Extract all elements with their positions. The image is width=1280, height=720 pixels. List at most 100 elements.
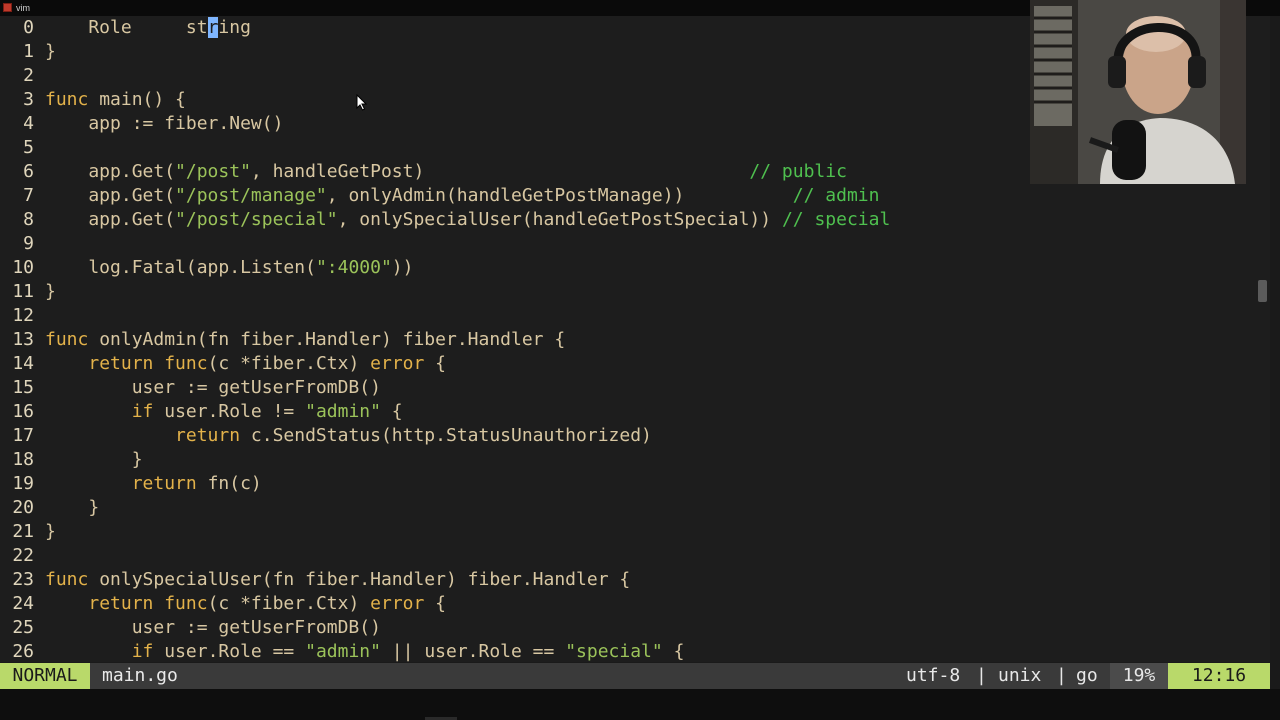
file-name: main.go <box>102 665 178 686</box>
file-encoding: utf-8 <box>906 665 961 686</box>
code-line[interactable]: 24 return func(c *fiber.Ctx) error { <box>0 592 1270 616</box>
line-number: 16 <box>12 401 34 422</box>
code-line[interactable]: 25 user := getUserFromDB() <box>0 616 1270 640</box>
webcam-overlay <box>1030 0 1246 184</box>
code-token: return <box>131 473 197 494</box>
code-token: "admin" <box>305 641 381 662</box>
line-code: if user.Role != "admin" { <box>45 400 403 424</box>
code-token: "/post/manage" <box>175 185 327 206</box>
line-code: } <box>45 280 56 304</box>
line-code: app.Get("/post/manage", onlyAdmin(handle… <box>45 184 879 208</box>
code-line[interactable]: 11} <box>0 280 1270 304</box>
line-code: user := getUserFromDB() <box>45 616 381 640</box>
code-token: app.Get( <box>45 209 176 230</box>
line-code: return func(c *fiber.Ctx) error { <box>45 592 446 616</box>
code-token: ":4000" <box>315 257 392 278</box>
code-token: if <box>131 641 154 662</box>
code-token: "/post" <box>175 161 251 182</box>
line-number: 4 <box>23 113 34 134</box>
code-token: user.Role != <box>153 401 306 422</box>
mouse-pointer-icon <box>356 94 368 111</box>
line-number: 5 <box>23 137 34 158</box>
line-number: 11 <box>12 281 34 302</box>
line-code: log.Fatal(app.Listen(":4000")) <box>45 256 413 280</box>
code-token: { <box>380 401 403 422</box>
line-code: func onlyAdmin(fn fiber.Handler) fiber.H… <box>45 328 565 352</box>
code-token: func <box>45 89 89 110</box>
scrollbar-thumb[interactable] <box>1258 280 1267 302</box>
code-token: // special <box>781 209 891 230</box>
file-format: unix <box>998 665 1042 686</box>
line-code: return c.SendStatus(http.StatusUnauthori… <box>45 424 652 448</box>
code-line[interactable]: 10 log.Fatal(app.Listen(":4000")) <box>0 256 1270 280</box>
line-code: return func(c *fiber.Ctx) error { <box>45 352 446 376</box>
code-line[interactable]: 17 return c.SendStatus(http.StatusUnauth… <box>0 424 1270 448</box>
code-line[interactable]: 9 <box>0 232 1270 256</box>
line-number: 23 <box>12 569 34 590</box>
line-number: 10 <box>12 257 34 278</box>
code-line[interactable]: 23 func onlySpecialUser(fn fiber.Handler)… <box>0 568 1270 592</box>
line-code: if user.Role == "admin" || user.Role == … <box>45 640 685 662</box>
code-line[interactable]: 22 <box>0 544 1270 568</box>
webcam-image <box>1030 0 1246 184</box>
code-token: , onlyAdmin(handleGetPostManage)) <box>326 185 793 206</box>
text-cursor: r <box>207 17 219 38</box>
code-token: // admin <box>792 185 880 206</box>
command-line[interactable] <box>0 689 1280 720</box>
line-code: } <box>45 40 56 64</box>
code-token: , onlySpecialUser(handleGetPostSpecial)) <box>337 209 782 230</box>
code-line[interactable]: 8 app.Get("/post/special", onlySpecialUs… <box>0 208 1270 232</box>
line-number: 17 <box>12 425 34 446</box>
code-token: user.Role == <box>153 641 306 662</box>
code-token: c.SendStatus(http.StatusUnauthorized) <box>240 425 652 446</box>
line-number: 1 <box>23 41 34 62</box>
code-line[interactable]: 21} <box>0 520 1270 544</box>
line-number: 26 <box>12 641 34 662</box>
code-token: user := getUserFromDB() <box>45 617 381 638</box>
cursor-position: 12:16 <box>1168 663 1270 689</box>
code-token: || user.Role == <box>380 641 566 662</box>
code-token: app.Get( <box>45 161 176 182</box>
line-number: 12 <box>12 305 34 326</box>
code-line[interactable]: 18 } <box>0 448 1270 472</box>
code-token: } <box>45 449 143 470</box>
line-number: 3 <box>23 89 34 110</box>
code-token: { <box>424 593 447 614</box>
code-line[interactable]: 19 return fn(c) <box>0 472 1270 496</box>
vim-icon <box>3 3 12 12</box>
code-line[interactable]: 14 return func(c *fiber.Ctx) error { <box>0 352 1270 376</box>
code-token: (c *fiber.Ctx) <box>207 353 371 374</box>
line-code: return fn(c) <box>45 472 262 496</box>
code-token: func <box>45 569 89 590</box>
code-line[interactable]: 16 if user.Role != "admin" { <box>0 400 1270 424</box>
line-number: 7 <box>23 185 34 206</box>
scroll-percent: 19% <box>1110 663 1168 689</box>
line-code: } <box>45 496 99 520</box>
code-line[interactable]: 20 } <box>0 496 1270 520</box>
code-token: } <box>45 41 56 62</box>
line-number: 8 <box>23 209 34 230</box>
code-token: main() { <box>88 89 186 110</box>
line-code: Role string <box>45 16 251 40</box>
line-number: 15 <box>12 377 34 398</box>
code-line[interactable]: 13 func onlyAdmin(fn fiber.Handler) fiber… <box>0 328 1270 352</box>
code-line[interactable]: 7 app.Get("/post/manage", onlyAdmin(hand… <box>0 184 1270 208</box>
line-number: 6 <box>23 161 34 182</box>
code-line[interactable]: 15 user := getUserFromDB() <box>0 376 1270 400</box>
file-type: go <box>1076 665 1098 686</box>
code-token: onlySpecialUser(fn fiber.Handler) fiber.… <box>88 569 631 590</box>
line-code: func main() { <box>45 88 186 112</box>
line-number: 14 <box>12 353 34 374</box>
code-line[interactable]: 26 if user.Role == "admin" || user.Role … <box>0 640 1270 662</box>
line-number: 9 <box>23 233 34 254</box>
code-line[interactable]: 12 <box>0 304 1270 328</box>
code-token: error <box>370 593 425 614</box>
line-number: 24 <box>12 593 34 614</box>
line-number: 22 <box>12 545 34 566</box>
line-code: app.Get("/post", handleGetPost) // publi… <box>45 160 847 184</box>
code-token: } <box>45 521 56 542</box>
